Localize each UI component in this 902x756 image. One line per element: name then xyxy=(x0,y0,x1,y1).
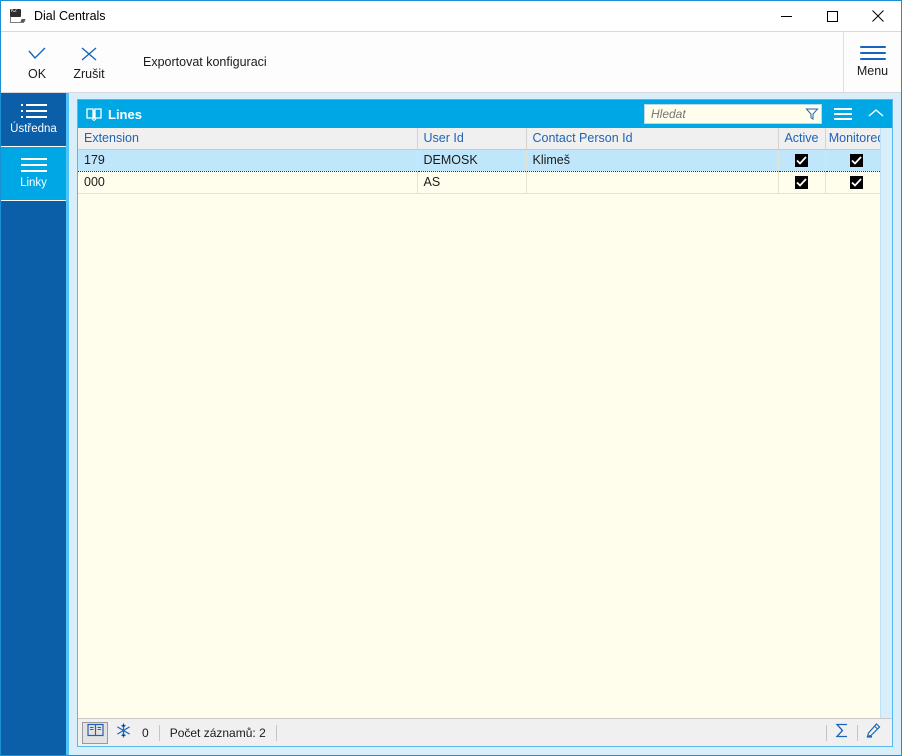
cell-monitored[interactable] xyxy=(825,148,889,172)
checkbox-checked[interactable] xyxy=(795,154,808,168)
cancel-button[interactable]: Zrušit xyxy=(63,32,115,92)
cell-monitored[interactable] xyxy=(825,171,889,194)
hamburger-icon xyxy=(834,108,852,120)
freeze-button[interactable] xyxy=(110,722,136,744)
maximize-button[interactable] xyxy=(809,1,855,31)
table-row[interactable]: 179 DEMOSK Klimeš xyxy=(78,148,889,172)
search-input[interactable] xyxy=(651,107,805,121)
sidebar-item-linky[interactable]: Linky xyxy=(1,147,66,201)
cancel-label: Zrušit xyxy=(73,66,105,81)
lines-panel: Lines Hledat Extension User Id Contact P… xyxy=(77,99,893,747)
close-button[interactable] xyxy=(855,1,901,31)
panel-menu-button[interactable] xyxy=(831,103,855,125)
column-header-monitored[interactable]: Monitored xyxy=(825,128,889,150)
table-row[interactable]: 000 AS xyxy=(78,171,889,194)
checkbox-checked[interactable] xyxy=(850,176,863,190)
book-icon xyxy=(86,107,102,122)
table-header-row: Extension User Id Contact Person Id Acti… xyxy=(78,128,889,150)
funnel-icon[interactable] xyxy=(805,107,819,121)
grid: Extension User Id Contact Person Id Acti… xyxy=(78,128,889,718)
ok-button[interactable]: OK xyxy=(11,32,63,92)
sidebar-empty-area xyxy=(1,201,66,755)
list-icon xyxy=(20,158,47,172)
k2-app-icon xyxy=(10,8,26,24)
title-bar: Dial Centrals xyxy=(1,1,901,31)
menu-label: Menu xyxy=(856,64,889,78)
ok-label: OK xyxy=(27,66,47,81)
toolbar: OK Zrušit Exportovat konfiguraci Menu xyxy=(1,31,901,93)
minimize-button[interactable] xyxy=(763,1,809,31)
checkbox-checked[interactable] xyxy=(795,176,808,190)
sum-button[interactable] xyxy=(829,722,855,744)
column-header-user-id[interactable]: User Id xyxy=(417,128,527,150)
window-title: Dial Centrals xyxy=(34,9,106,23)
check-icon xyxy=(27,44,47,64)
export-configuration-button[interactable]: Exportovat konfiguraci xyxy=(137,32,273,92)
record-count-label: Počet záznamů: 2 xyxy=(169,725,266,740)
app-window: Dial Centrals OK Zrušit Expor xyxy=(0,0,902,756)
snowflake-icon xyxy=(116,723,131,743)
pencil-icon xyxy=(865,722,881,743)
body: Ústředna Linky Lines Hledat Extension Us… xyxy=(1,93,901,755)
book-icon xyxy=(86,723,104,742)
edit-button[interactable] xyxy=(860,722,886,744)
status-separator xyxy=(857,724,858,741)
column-header-extension[interactable]: Extension xyxy=(78,128,418,150)
bulleted-list-icon xyxy=(20,104,47,118)
cell-user-id[interactable]: DEMOSK xyxy=(417,148,527,172)
status-bar: 0 Počet záznamů: 2 xyxy=(78,718,892,746)
cell-user-id[interactable]: AS xyxy=(417,171,527,194)
cell-active[interactable] xyxy=(778,148,826,172)
sigma-icon xyxy=(835,723,849,743)
cell-active[interactable] xyxy=(778,171,826,194)
chevron-up-icon xyxy=(868,105,884,123)
status-bar-right xyxy=(826,722,888,744)
status-separator xyxy=(275,724,277,741)
menu-button[interactable]: Menu xyxy=(843,32,901,92)
window-controls xyxy=(763,1,901,31)
lines-table: Extension User Id Contact Person Id Acti… xyxy=(78,128,889,194)
freeze-count: 0 xyxy=(142,725,149,740)
grid-area: Extension User Id Contact Person Id Acti… xyxy=(78,128,892,718)
panel-header: Lines xyxy=(78,100,892,128)
sidebar-item-label: Linky xyxy=(20,177,47,189)
sidebar-item-ustredna[interactable]: Ústředna xyxy=(1,93,66,147)
column-header-active[interactable]: Active xyxy=(778,128,826,150)
checkbox-checked[interactable] xyxy=(850,154,863,168)
content-area: Lines Hledat Extension User Id Contact P… xyxy=(69,93,901,755)
vertical-scrollbar[interactable] xyxy=(880,128,892,718)
sidebar-item-label: Ústředna xyxy=(10,123,57,135)
column-header-contact-person-id[interactable]: Contact Person Id xyxy=(526,128,779,150)
panel-title: Lines xyxy=(108,106,142,122)
search-box[interactable] xyxy=(644,104,822,124)
panel-collapse-button[interactable] xyxy=(864,103,888,125)
cell-extension[interactable]: 179 xyxy=(78,148,418,172)
sidebar: Ústředna Linky xyxy=(1,93,69,755)
grid-empty-area xyxy=(78,193,880,718)
book-view-button[interactable] xyxy=(82,721,108,744)
status-separator xyxy=(826,724,827,741)
hamburger-icon xyxy=(859,46,886,60)
cell-extension[interactable]: 000 xyxy=(78,171,418,194)
x-icon xyxy=(81,44,97,64)
cell-contact-person-id[interactable]: Klimeš xyxy=(526,148,779,172)
cell-contact-person-id[interactable] xyxy=(526,171,779,194)
